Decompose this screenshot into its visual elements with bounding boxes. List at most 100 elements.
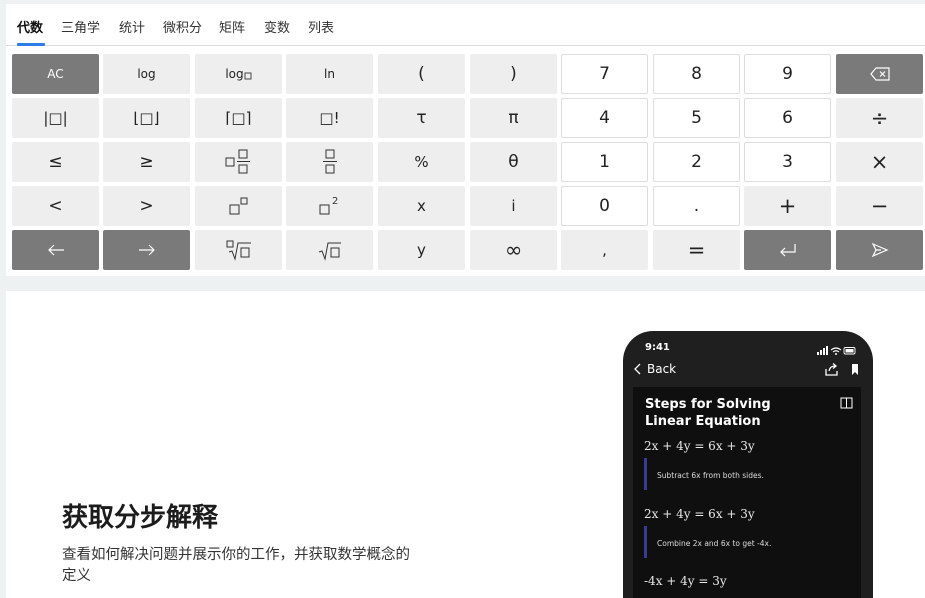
cursor-right-button[interactable]: [103, 230, 190, 270]
minus-button[interactable]: −: [836, 186, 923, 226]
solve-button[interactable]: [836, 230, 923, 270]
digit-7-label: 7: [599, 64, 610, 84]
tab-calculus[interactable]: 微积分: [163, 17, 202, 36]
document-icon[interactable]: [840, 397, 854, 410]
step-marker: [644, 458, 647, 490]
equals-button[interactable]: =: [653, 230, 740, 270]
comma-button[interactable]: ,: [561, 230, 648, 270]
tab-algebra[interactable]: 代数: [17, 17, 43, 36]
plus-button[interactable]: +: [744, 186, 831, 226]
greater-than-label: >: [139, 196, 154, 216]
i-button[interactable]: i: [470, 186, 557, 226]
x-button[interactable]: x: [378, 186, 465, 226]
less-than-button[interactable]: <: [12, 186, 99, 226]
pi-button[interactable]: π: [470, 98, 557, 138]
nth-root-button[interactable]: [195, 230, 282, 270]
tab-variables[interactable]: 变数: [264, 17, 290, 36]
tau-button[interactable]: τ: [378, 98, 465, 138]
digit-8-label: 8: [691, 64, 702, 84]
square-button[interactable]: 2: [286, 186, 373, 226]
digit-1-button[interactable]: 1: [561, 142, 648, 182]
right-paren-label: ): [510, 64, 517, 84]
minus-label: −: [870, 194, 889, 218]
digit-0-button[interactable]: 0: [561, 186, 648, 226]
digit-3-button[interactable]: 3: [744, 142, 831, 182]
right-paren-button[interactable]: ): [470, 54, 557, 94]
percent-button[interactable]: %: [378, 142, 465, 182]
floor-label: ⌊□⌋: [133, 109, 160, 127]
backspace-button[interactable]: [836, 54, 923, 94]
square-icon: 2: [319, 196, 338, 215]
cursor-left-button[interactable]: [12, 230, 99, 270]
nth-root-icon: [226, 240, 251, 261]
digit-0-label: 0: [599, 196, 610, 216]
greater-equal-button[interactable]: ≥: [103, 142, 190, 182]
ceiling-button[interactable]: ⌈□⌉: [195, 98, 282, 138]
placeholder-box-icon: [244, 72, 252, 80]
step-marker: [644, 526, 647, 558]
factorial-label: □!: [319, 109, 340, 127]
square-root-button[interactable]: [286, 230, 373, 270]
tab-statistics[interactable]: 统计: [119, 17, 145, 36]
digit-4-label: 4: [599, 108, 610, 128]
decimal-point-button[interactable]: .: [653, 186, 740, 226]
equation-step-2: 2x + 4y = 6x + 3y: [644, 507, 755, 521]
log-base-button[interactable]: log: [195, 54, 282, 94]
power-button[interactable]: [195, 186, 282, 226]
tab-matrix[interactable]: 矩阵: [219, 17, 245, 36]
step-note-2: Combine 2x and 6x to get -4x.: [657, 539, 772, 548]
mixed-fraction-button[interactable]: [195, 142, 282, 182]
log-button[interactable]: log: [103, 54, 190, 94]
send-icon: [871, 243, 889, 257]
left-paren-button[interactable]: (: [378, 54, 465, 94]
digit-8-button[interactable]: 8: [653, 54, 740, 94]
back-button[interactable]: Back: [634, 362, 676, 376]
log-label: log: [137, 67, 156, 81]
ln-label: ln: [324, 67, 335, 81]
solution-steps: Steps for Solving Linear Equation 2x + 4…: [633, 387, 861, 598]
theta-label: θ: [508, 152, 519, 172]
fraction-button[interactable]: [286, 142, 373, 182]
digit-6-button[interactable]: 6: [744, 98, 831, 138]
digit-2-button[interactable]: 2: [653, 142, 740, 182]
enter-button[interactable]: [744, 230, 831, 270]
y-button[interactable]: y: [378, 230, 465, 270]
digit-9-button[interactable]: 9: [744, 54, 831, 94]
phone-mockup: 9:41 Back Steps for Solving Linear Equat…: [623, 331, 873, 598]
less-equal-button[interactable]: ≤: [12, 142, 99, 182]
equals-label: =: [687, 238, 706, 262]
infinity-label: ∞: [504, 238, 523, 262]
svg-text:2: 2: [332, 196, 338, 207]
digit-5-button[interactable]: 5: [653, 98, 740, 138]
tab-trigonometry[interactable]: 三角学: [61, 17, 100, 36]
chevron-left-icon: [634, 363, 641, 375]
enter-icon: [779, 244, 796, 257]
digit-3-label: 3: [782, 152, 793, 172]
digit-7-button[interactable]: 7: [561, 54, 648, 94]
ln-button[interactable]: ln: [286, 54, 373, 94]
steps-title: Steps for Solving Linear Equation: [645, 397, 771, 429]
divide-button[interactable]: ÷: [836, 98, 923, 138]
absolute-value-label: |□|: [43, 109, 68, 127]
greater-than-button[interactable]: >: [103, 186, 190, 226]
tab-lists[interactable]: 列表: [308, 17, 334, 36]
absolute-value-button[interactable]: |□|: [12, 98, 99, 138]
share-icon[interactable]: [825, 363, 839, 376]
active-tab-indicator: [17, 43, 45, 46]
bookmark-icon[interactable]: [851, 363, 859, 376]
less-than-label: <: [48, 196, 63, 216]
log-base-label: log: [225, 67, 244, 81]
digit-1-label: 1: [599, 152, 610, 172]
floor-button[interactable]: ⌊□⌋: [103, 98, 190, 138]
digit-4-button[interactable]: 4: [561, 98, 648, 138]
digit-5-label: 5: [691, 108, 702, 128]
greater-equal-label: ≥: [139, 152, 154, 172]
theta-button[interactable]: θ: [470, 142, 557, 182]
back-label: Back: [647, 362, 677, 376]
multiply-button[interactable]: ×: [836, 142, 923, 182]
infinity-button[interactable]: ∞: [470, 230, 557, 270]
ac-button[interactable]: AC: [12, 54, 99, 94]
ac-label: AC: [47, 67, 64, 81]
fraction-icon: [322, 149, 337, 174]
factorial-button[interactable]: □!: [286, 98, 373, 138]
